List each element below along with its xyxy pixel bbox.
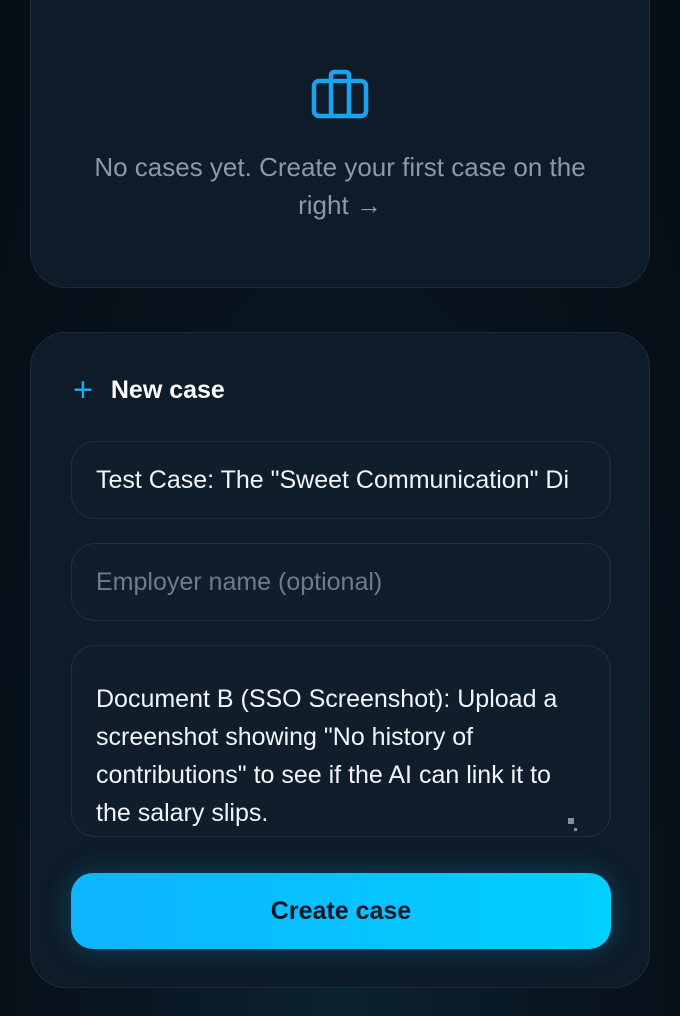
- case-title-value: Test Case: The "Sweet Communication" Di: [96, 465, 570, 494]
- case-description-textarea[interactable]: Document B (SSO Screenshot): Upload a sc…: [71, 645, 611, 837]
- empty-cases-card: No cases yet. Create your first case on …: [30, 0, 650, 288]
- employer-name-input[interactable]: [71, 543, 611, 621]
- empty-state-message: No cases yet. Create your first case on …: [94, 152, 586, 220]
- create-case-button[interactable]: Create case: [71, 873, 611, 949]
- plus-icon: +: [73, 371, 93, 409]
- textarea-resize-handle[interactable]: [568, 818, 578, 832]
- new-case-header: + New case: [73, 373, 225, 407]
- case-title-input[interactable]: Test Case: The "Sweet Communication" Di: [71, 441, 611, 519]
- briefcase-icon: [311, 69, 369, 119]
- new-case-card: + New case Test Case: The "Sweet Communi…: [30, 332, 650, 988]
- new-case-title: New case: [110, 375, 225, 404]
